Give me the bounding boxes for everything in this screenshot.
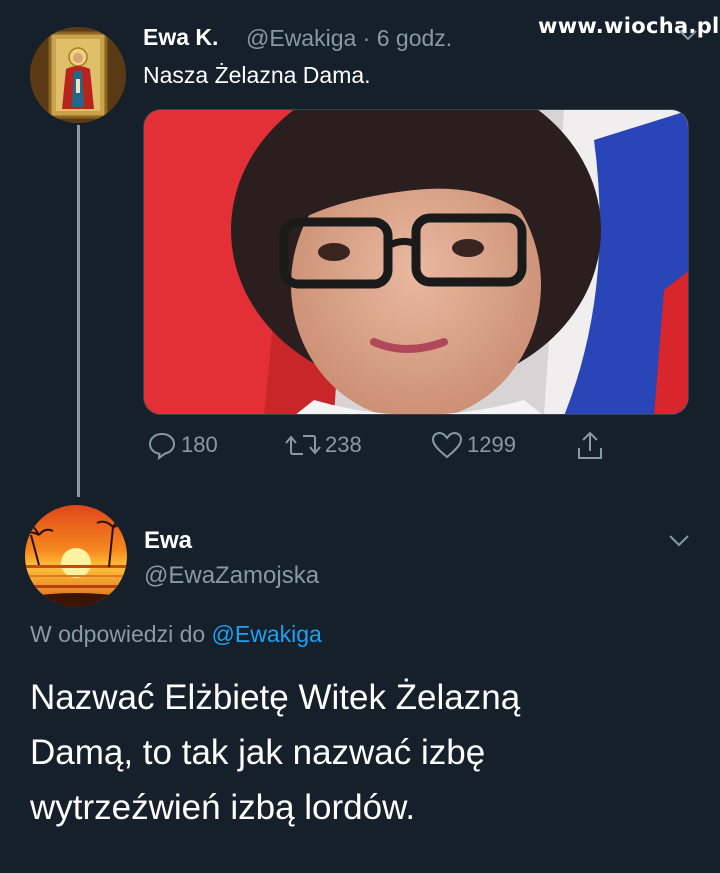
reply-button[interactable]: 180	[147, 430, 218, 460]
heart-icon	[431, 431, 463, 459]
author-handle[interactable]: @EwaZamojska	[144, 562, 319, 590]
retweet-button[interactable]: 238	[285, 430, 362, 460]
avatar[interactable]	[25, 505, 127, 607]
mention-link[interactable]: @Ewakiga	[212, 621, 322, 647]
retweet-icon	[285, 435, 321, 455]
reply-text-line: wytrzeźwień izbą lordów.	[30, 788, 416, 827]
tweet-actions: 180 238 1299	[147, 430, 627, 466]
tweet-photo[interactable]	[143, 109, 689, 415]
tweet-text: Nasza Żelazna Dama.	[143, 62, 371, 88]
avatar[interactable]	[30, 27, 126, 123]
sunset-avatar	[25, 505, 127, 607]
author-handle-time[interactable]: @Ewakiga · 6 godz.	[246, 25, 452, 52]
icon-saint-avatar	[30, 27, 126, 123]
reply-text-line: Damą, to tak jak nazwać izbę	[30, 733, 486, 772]
share-icon	[578, 431, 602, 459]
reply-text-line: Nazwać Elżbietę Witek Żelazną	[30, 678, 521, 717]
chevron-down-icon[interactable]	[668, 533, 690, 547]
portrait-image	[144, 110, 688, 414]
share-button[interactable]	[575, 430, 609, 462]
author-name[interactable]: Ewa K.	[143, 24, 218, 51]
like-button[interactable]: 1299	[431, 430, 516, 460]
reply-count: 180	[181, 432, 218, 457]
reply-text: Nazwać Elżbietę Witek Żelazną Damą, to t…	[30, 670, 690, 835]
chevron-down-icon[interactable]	[678, 28, 698, 42]
retweet-count: 238	[325, 432, 362, 457]
reply-icon	[148, 432, 176, 460]
thread-line	[77, 125, 80, 497]
replying-prefix: W odpowiedzi do	[30, 621, 206, 647]
author-name[interactable]: Ewa	[144, 527, 192, 555]
like-count: 1299	[467, 432, 516, 457]
replying-to: W odpowiedzi do @Ewakiga	[30, 621, 322, 648]
